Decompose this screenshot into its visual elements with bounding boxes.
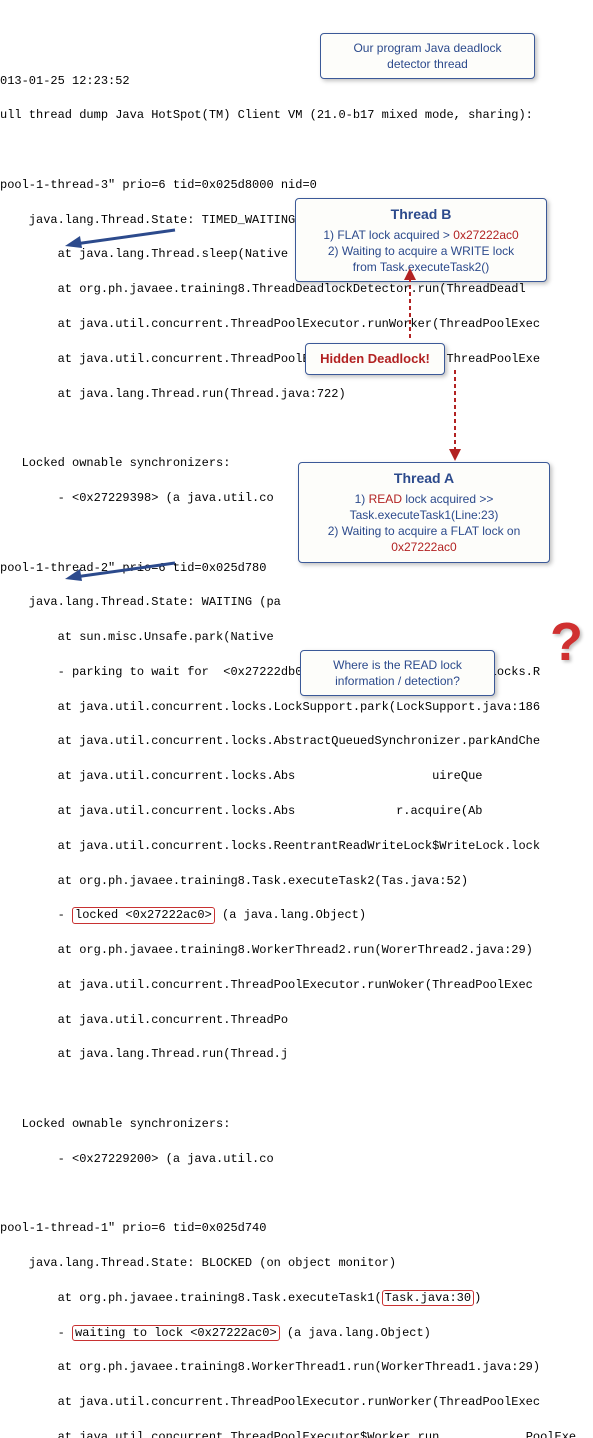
callout-title: Thread A [309,469,539,488]
blank [0,420,593,437]
stack-line: at org.ph.javaee.training8.ThreadDeadloc… [0,281,593,298]
stack-line: at java.util.concurrent.locks.LockSuppor… [0,699,593,716]
dump-line: ull thread dump Java HotSpot(TM) Client … [0,107,593,124]
stack-line: at java.util.concurrent.ThreadPoolExecut… [0,1429,593,1438]
thread1-header: pool-1-thread-1" prio=6 tid=0x025d740 [0,1220,593,1237]
waiting-addr-box: waiting to lock <0x27222ac0> [72,1325,280,1341]
callout-thread-a: Thread A 1) READ lock acquired >> Task.e… [298,462,550,563]
stack-line: at java.util.concurrent.ThreadPoolExecut… [0,316,593,333]
callout-hidden-deadlock: Hidden Deadlock! [305,343,445,375]
thread2-state: java.lang.Thread.State: WAITING (pa [0,594,593,611]
stack-line: at java.util.concurrent.locks.ReentrantR… [0,838,593,855]
locked-sync-header: Locked ownable synchronizers: [0,1116,593,1133]
stack-line: at java.util.concurrent.locks.Abs r.acqu… [0,803,593,820]
locked-line: - locked <0x27222ac0> (a java.lang.Objec… [0,907,593,924]
callout-detector-thread: Our program Java deadlockdetector thread [320,33,535,79]
locked-sync-item: - <0x27229200> (a java.util.co [0,1151,593,1168]
question-mark-icon: ? [550,603,583,681]
stack-line: at java.util.concurrent.locks.AbstractQu… [0,733,593,750]
stack-line: at java.util.concurrent.locks.Abs uireQu… [0,768,593,785]
locked-addr-box: locked <0x27222ac0> [72,907,215,923]
thread3-header: pool-1-thread-3" prio=6 tid=0x025d8000 n… [0,177,593,194]
stack-line: at java.util.concurrent.ThreadPoolExecut… [0,977,593,994]
stack-line: - parking to wait for <0x27222db0> (a ja… [0,664,593,681]
blank [0,1081,593,1098]
stack-line: at org.ph.javaee.training8.Task.executeT… [0,1290,593,1307]
stack-line: at java.util.concurrent.ThreadPoolExecut… [0,351,593,368]
blank [0,142,593,159]
stack-line: at java.lang.Thread.run(Thread.java:722) [0,386,593,403]
stack-line: at sun.misc.Unsafe.park(Native [0,629,593,646]
stack-line: at java.util.concurrent.ThreadPoolExecut… [0,1394,593,1411]
task-java-box: Task.java:30 [382,1290,474,1306]
callout-read-lock-question: Where is the READ lockinformation / dete… [300,650,495,696]
stack-line: at org.ph.javaee.training8.Task.executeT… [0,873,593,890]
callout-thread-b: Thread B 1) FLAT lock acquired > 0x27222… [295,198,547,282]
waiting-line: - waiting to lock <0x27222ac0> (a java.l… [0,1325,593,1342]
stack-line: at org.ph.javaee.training8.WorkerThread2… [0,942,593,959]
blank [0,1186,593,1203]
deadlock-arrow-icon [440,365,470,463]
stack-line: at java.lang.Thread.run(Thread.j [0,1046,593,1063]
stack-line: at java.util.concurrent.ThreadPo [0,1012,593,1029]
thread1-state: java.lang.Thread.State: BLOCKED (on obje… [0,1255,593,1272]
callout-title: Thread B [306,205,536,224]
stack-line: at org.ph.javaee.training8.WorkerThread1… [0,1359,593,1376]
